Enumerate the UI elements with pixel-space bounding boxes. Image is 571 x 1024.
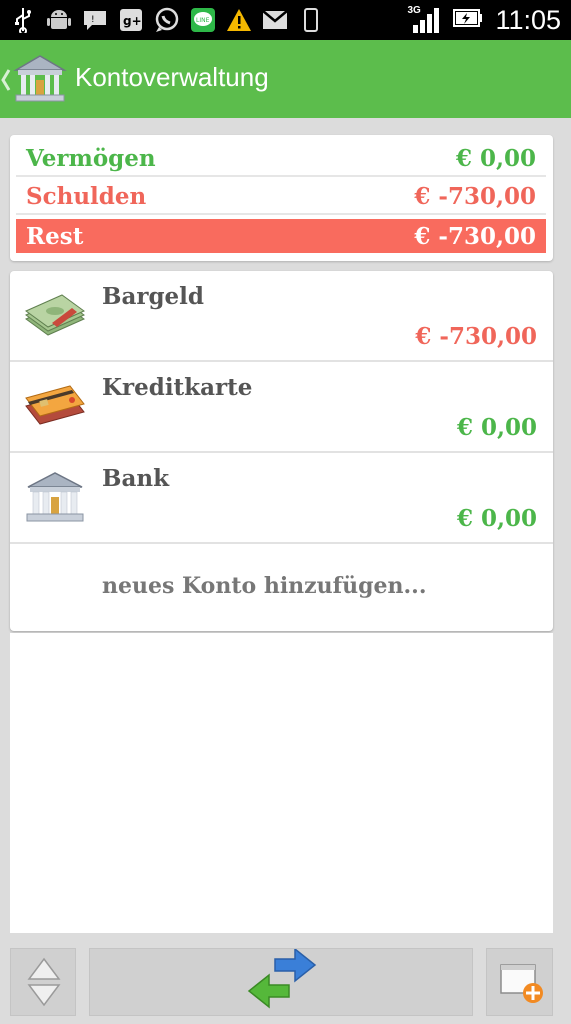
rest-label: Rest: [26, 222, 84, 250]
transfer-icon: [245, 947, 319, 1019]
chat-icon: !: [82, 7, 108, 33]
rest-value: € -730,00: [414, 222, 536, 250]
action-bar: Kontoverwaltung: [0, 40, 571, 118]
account-balance: € -730,00: [415, 323, 537, 350]
line-icon: LINE: [190, 7, 216, 33]
signal-icon: 3G: [407, 5, 441, 35]
account-name: Bargeld: [102, 283, 204, 310]
back-chevron-icon[interactable]: [0, 66, 12, 94]
account-item-bank[interactable]: Bank € 0,00: [10, 453, 553, 544]
rest-row: Rest € -730,00: [16, 219, 546, 253]
sort-button[interactable]: [10, 948, 76, 1016]
account-name: Kreditkarte: [102, 374, 253, 401]
debts-label: Schulden: [26, 182, 147, 210]
svg-text:g+: g+: [123, 14, 142, 28]
debts-value: € -730,00: [414, 182, 536, 210]
whatsapp-icon: [154, 7, 180, 33]
gmail-icon: [262, 7, 288, 33]
bank-icon: [22, 471, 88, 525]
battery-icon: [453, 7, 483, 33]
assets-row: Vermögen € 0,00: [16, 141, 546, 177]
account-list: Bargeld € -730,00 Kreditkarte € 0,00 Ban…: [10, 271, 553, 631]
warning-icon: [226, 7, 252, 33]
svg-text:LINE: LINE: [196, 17, 210, 24]
assets-value: € 0,00: [455, 144, 536, 172]
add-account-icon: [497, 959, 545, 1011]
bank-icon[interactable]: [12, 52, 68, 106]
account-item-bargeld[interactable]: Bargeld € -730,00: [10, 271, 553, 362]
status-right: 3G 11:05: [407, 0, 561, 40]
account-balance: € 0,00: [456, 505, 537, 532]
add-account-button[interactable]: [486, 948, 553, 1016]
status-bar: ! g+ LINE 3G 11:05: [0, 0, 571, 40]
balance-summary: Vermögen € 0,00 Schulden € -730,00 Rest …: [10, 135, 553, 261]
add-account-link[interactable]: neues Konto hinzufügen...: [102, 573, 426, 599]
debts-row: Schulden € -730,00: [16, 179, 546, 215]
usb-icon: [10, 7, 36, 33]
account-item-kreditkarte[interactable]: Kreditkarte € 0,00: [10, 362, 553, 453]
account-balance: € 0,00: [456, 414, 537, 441]
credit-card-icon: [22, 380, 88, 434]
clock: 11:05: [495, 4, 561, 35]
account-name: Bank: [102, 465, 170, 492]
phone-icon: [298, 7, 324, 33]
sort-icon: [25, 955, 63, 1013]
google-plus-icon: g+: [118, 7, 144, 33]
cash-icon: [22, 289, 88, 343]
notification-icons: ! g+ LINE: [10, 6, 324, 34]
page-title: Kontoverwaltung: [75, 62, 269, 92]
assets-label: Vermögen: [26, 144, 156, 172]
android-icon: [46, 7, 72, 33]
transfer-button[interactable]: [89, 947, 473, 1019]
svg-text:!: !: [91, 15, 95, 25]
empty-area: [10, 633, 553, 933]
